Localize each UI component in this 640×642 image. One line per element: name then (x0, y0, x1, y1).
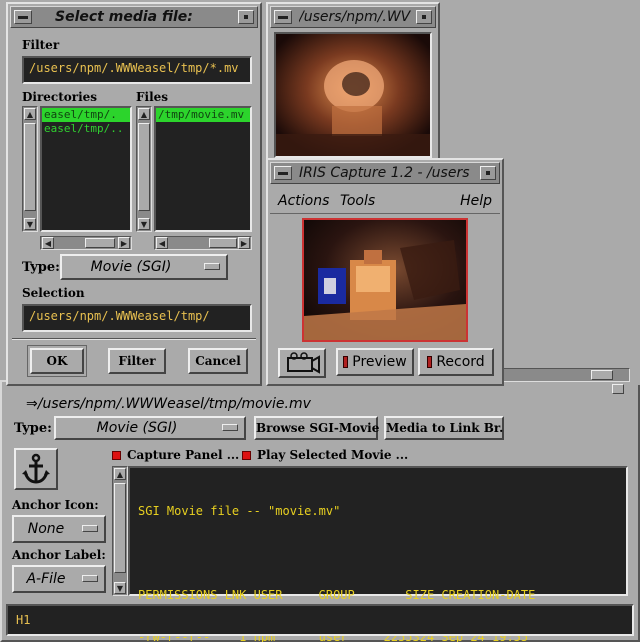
files-list[interactable]: /tmp/movie.mv (154, 106, 252, 232)
option-indicator-icon (82, 575, 98, 582)
capture-title: IRIS Capture 1.2 - /users (299, 165, 470, 181)
record-led-icon (427, 356, 433, 368)
list-item[interactable]: easel/tmp/. (42, 108, 130, 122)
preview-button[interactable]: Preview (336, 348, 414, 376)
option-indicator-icon (82, 525, 98, 532)
preview-button-label: Preview (352, 354, 407, 370)
window-menu-icon[interactable] (14, 10, 32, 24)
info-terminal: SGI Movie file -- "movie.mv" ​ PERMISSIO… (128, 466, 628, 642)
option-indicator-icon (222, 424, 238, 431)
files-label: Files (136, 90, 169, 104)
filter-label: Filter (22, 38, 60, 52)
capture-frame-image (304, 220, 466, 340)
minimize-icon[interactable] (480, 166, 496, 180)
window-menu-icon[interactable] (274, 10, 292, 24)
status-text: H1 (16, 613, 31, 627)
filter-input[interactable]: /users/npm/.WWWeasel/tmp/*.mv (22, 56, 252, 84)
ok-button[interactable]: OK (27, 345, 87, 377)
info-vscroll[interactable]: ▲ ▼ (112, 466, 128, 596)
anchor-button[interactable] (14, 448, 58, 490)
anchor-icon-option[interactable]: None (12, 515, 106, 543)
anchor-icon-label: Anchor Icon: (12, 498, 99, 512)
type-label: Type: (22, 260, 60, 275)
directories-vscroll[interactable]: ▲ ▼ (22, 106, 38, 232)
dialog-title: Select media file: (55, 9, 193, 25)
filter-button[interactable]: Filter (108, 348, 166, 374)
capture-panel-label: Capture Panel ... (127, 448, 240, 462)
record-button[interactable]: Record (418, 348, 494, 376)
dialog-separator (12, 338, 256, 340)
preview-title: /users/npm/.WV (299, 9, 411, 25)
anchor-label-value: A-File (26, 571, 66, 587)
anchor-icon-value: None (27, 521, 65, 537)
record-button-label: Record (436, 354, 485, 370)
capture-titlebar[interactable]: IRIS Capture 1.2 - /users (270, 162, 500, 184)
main-type-value: Movie (SGI) (96, 420, 178, 436)
preview-titlebar[interactable]: /users/npm/.WV (270, 6, 436, 28)
camera-button[interactable] (278, 348, 326, 378)
menu-tools[interactable]: Tools (340, 193, 375, 209)
play-selected-toggle[interactable]: Play Selected Movie ... (242, 448, 408, 462)
select-media-dialog: Select media file: Filter /users/npm/.WW… (6, 2, 262, 386)
menu-help[interactable]: Help (460, 193, 492, 209)
minimize-icon[interactable] (238, 10, 254, 24)
capture-panel-toggle[interactable]: Capture Panel ... (112, 448, 239, 462)
dialog-titlebar[interactable]: Select media file: (10, 6, 258, 28)
terminal-line: ​ (138, 546, 618, 560)
main-type-option[interactable]: Movie (SGI) (54, 416, 246, 440)
capture-indicator-icon (112, 451, 121, 460)
play-selected-label: Play Selected Movie ... (257, 448, 409, 462)
anchor-icon (22, 453, 50, 484)
terminal-line: SGI Movie file -- "movie.mv" (138, 504, 341, 518)
browse-sgi-movie-button[interactable]: Browse SGI-Movie (254, 416, 379, 440)
main-resize-handle[interactable] (612, 384, 624, 394)
directories-list[interactable]: easel/tmp/. easel/tmp/.. (40, 106, 132, 232)
anchor-label-label: Anchor Label: (12, 548, 106, 562)
play-indicator-icon (242, 451, 251, 460)
terminal-line: PERMISSIONS LNK USER GROUP SIZE CREATION… (138, 588, 536, 602)
directories-hscroll[interactable]: ◀ ▶ (40, 236, 132, 250)
capture-window: IRIS Capture 1.2 - /users Actions Tools … (266, 158, 504, 386)
camera-icon (287, 352, 320, 374)
list-item[interactable]: easel/tmp/.. (42, 122, 130, 136)
preview-led-icon (343, 356, 349, 368)
preview-window: /users/npm/.WV (266, 2, 440, 162)
media-to-link-button[interactable]: Media to Link Br. (384, 416, 504, 440)
minimize-icon[interactable] (416, 10, 432, 24)
preview-video (274, 32, 432, 158)
window-menu-icon[interactable] (274, 166, 292, 180)
video-frame-image (276, 34, 430, 156)
menu-actions[interactable]: Actions (278, 193, 329, 209)
capture-video (302, 218, 468, 342)
selection-label: Selection (22, 286, 85, 300)
files-hscroll[interactable]: ◀ ▶ (154, 236, 252, 250)
list-item[interactable]: /tmp/movie.mv (156, 108, 250, 122)
main-type-label: Type: (14, 421, 52, 436)
cancel-button[interactable]: Cancel (188, 348, 248, 374)
files-vscroll[interactable]: ▲ ▼ (136, 106, 152, 232)
type-option[interactable]: Movie (SGI) (60, 254, 228, 280)
status-bar: H1 (6, 604, 634, 636)
directories-label: Directories (22, 90, 98, 104)
main-hscroll[interactable] (500, 368, 630, 382)
type-value: Movie (SGI) (90, 259, 172, 275)
path-label: ⇒/users/npm/.WWWeasel/tmp/movie.mv (26, 396, 311, 412)
selection-input[interactable]: /users/npm/.WWWeasel/tmp/ (22, 304, 252, 332)
option-indicator-icon (204, 263, 220, 270)
capture-menubar: Actions Tools Help (270, 188, 500, 214)
anchor-label-option[interactable]: A-File (12, 565, 106, 593)
